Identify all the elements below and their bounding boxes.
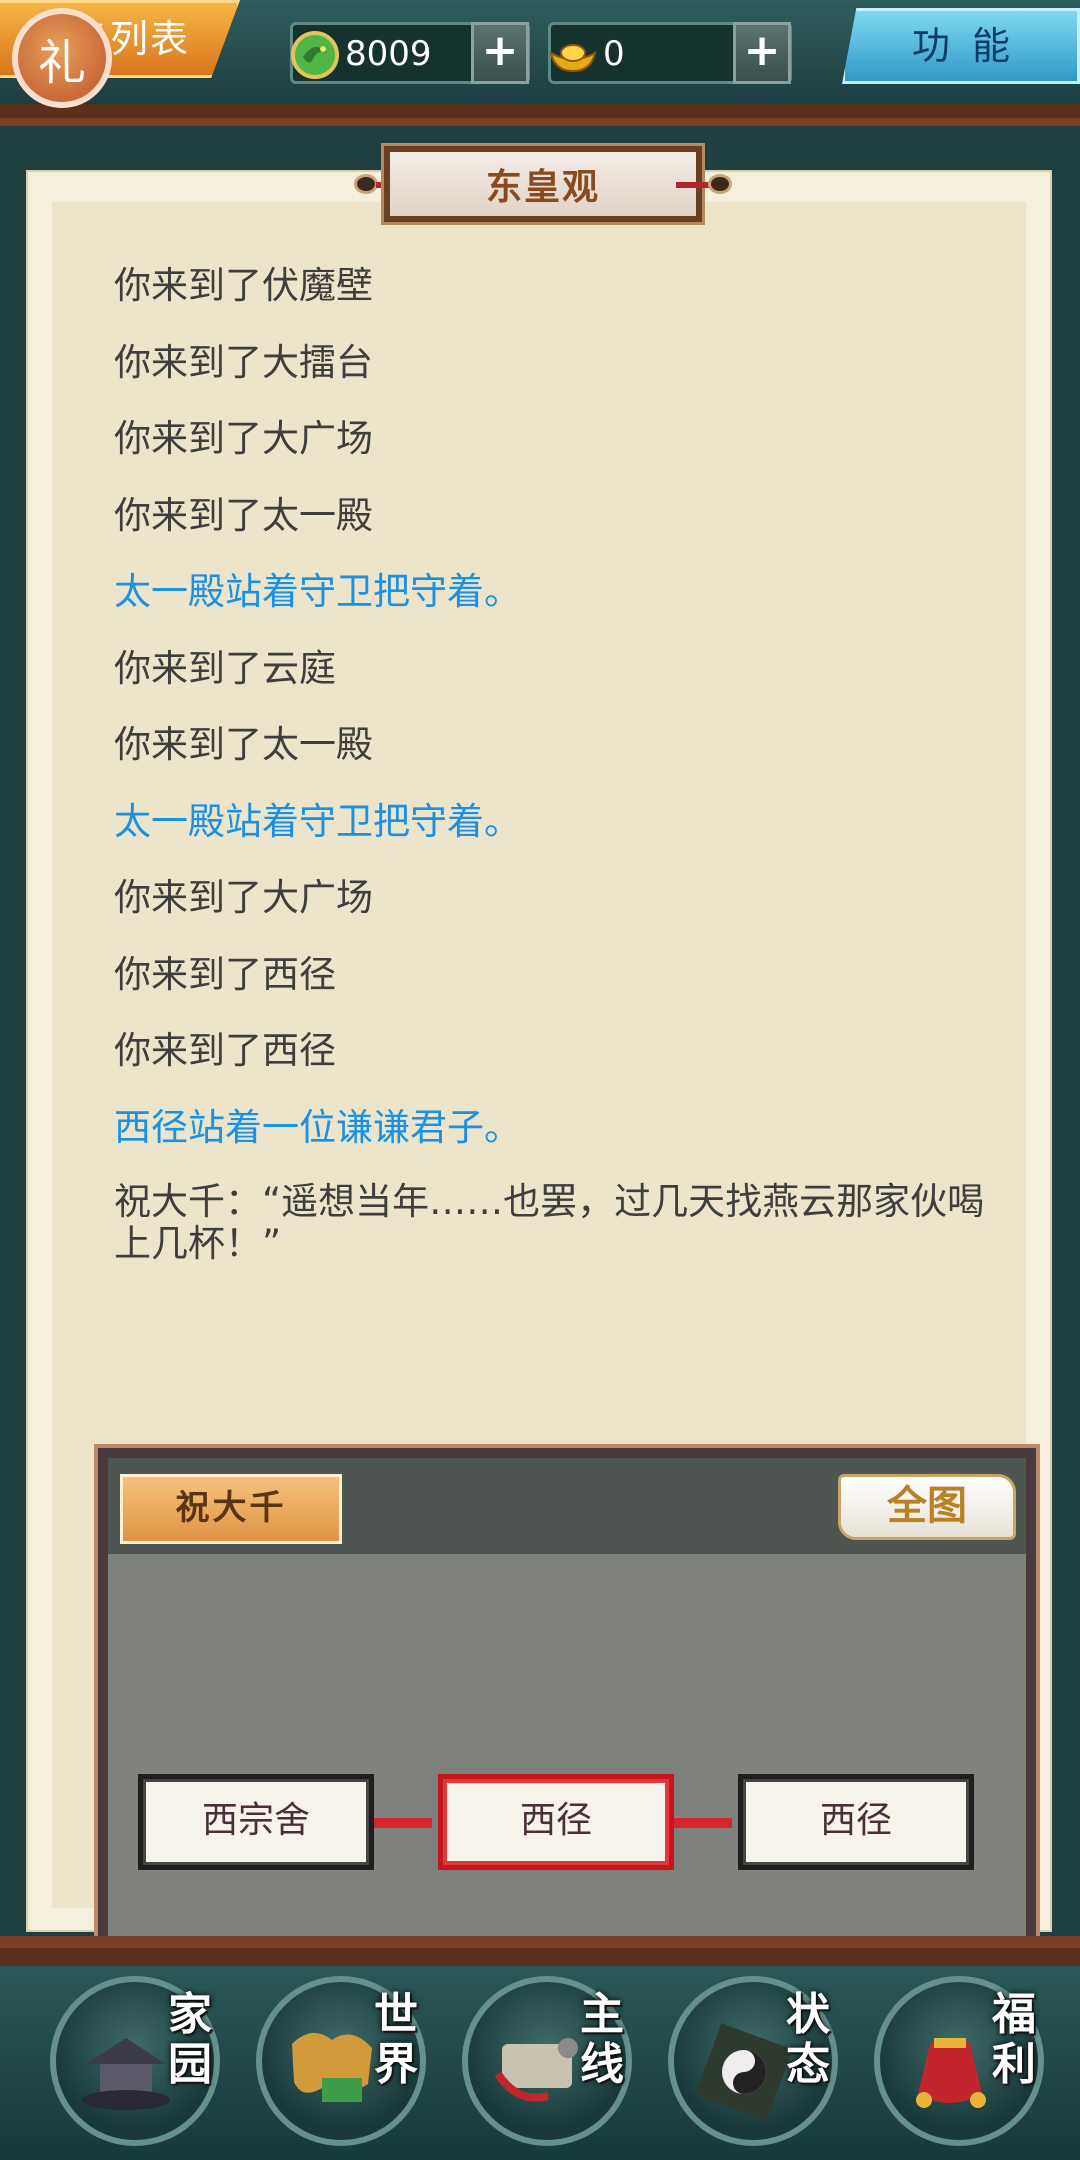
nav-home[interactable]: 家园 [50,1976,220,2146]
scroll-rod-left [354,174,378,194]
npc-dialogue: 祝大千：“遥想当年……也罢，过几天找燕云那家伙喝上几杯！” [114,1180,985,1265]
nav-welfare-label: 福利 [992,1989,1036,2090]
nav-main-quest-label: 主线 [580,1989,624,2090]
log-line: 你来到了大广场 [114,417,373,460]
nav-status[interactable]: 状态 [668,1976,838,2146]
map-node-xijing[interactable]: 西径 [738,1774,974,1870]
map-header: 祝大千 全图 [108,1458,1026,1554]
full-map-button[interactable]: 全图 [838,1474,1016,1540]
log-line: 你来到了伏魔壁 [114,264,373,307]
nav-welfare[interactable]: 福利 [874,1976,1044,2146]
scroll-string-right [676,182,710,188]
location-title: 东皇观 [381,143,705,225]
log-line: 你来到了大擂台 [114,340,373,384]
jade-amount: 8009 [345,34,432,74]
map-path [672,1818,732,1828]
jade-currency: 8009 + [290,22,530,84]
gold-amount: 0 [603,34,625,74]
bottom-navigation: 家园 世界 主线 状态 福利 [0,1936,1080,2160]
map-path [372,1818,432,1828]
add-jade-button[interactable]: + [471,22,529,84]
log-line-description: 太一殿站着守卫把守着。 [114,570,521,613]
log-line: 你来到了太一殿 [114,723,373,766]
log-line: 你来到了大广场 [114,876,373,919]
log-line-description: 太一殿站着守卫把守着。 [114,799,521,843]
location-title-plate: 东皇观 [354,143,732,242]
main-panel: 东皇观 你来到了伏魔壁 你来到了大擂台 你来到了大广场 你来到了太一殿 太一殿站… [26,143,1052,2070]
add-gold-button[interactable]: + [733,22,791,84]
map-node-current[interactable]: 西径 [438,1774,674,1870]
function-button[interactable]: 功能 [842,8,1080,84]
gift-icon[interactable]: 礼 [12,8,112,108]
log-line: 你来到了西径 [114,952,336,996]
message-log[interactable]: 你来到了伏魔壁 你来到了大擂台 你来到了大广场 你来到了太一殿 太一殿站着守卫把… [114,248,1014,1265]
scroll-rod-right [708,174,732,194]
top-bar: 务列表 礼 8009 + 0 + 功能 [0,0,1080,126]
nav-world-label: 世界 [374,1989,418,2090]
log-line-description: 西径站着一位谦谦君子。 [114,1105,521,1149]
nav-home-label: 家园 [168,1989,212,2090]
npc-button[interactable]: 祝大千 [120,1474,342,1544]
nav-status-label: 状态 [786,1989,830,2090]
nav-world[interactable]: 世界 [256,1976,426,2146]
log-line: 你来到了太一殿 [114,493,373,537]
nav-main-quest[interactable]: 主线 [462,1976,632,2146]
gold-currency: 0 + [548,22,792,84]
gold-ingot-icon [549,44,597,73]
log-line: 你来到了西径 [114,1029,336,1072]
jade-dragon-coin-icon [291,31,339,79]
log-line: 你来到了云庭 [114,646,336,690]
map-node-xizongshe[interactable]: 西宗舍 [138,1774,374,1870]
